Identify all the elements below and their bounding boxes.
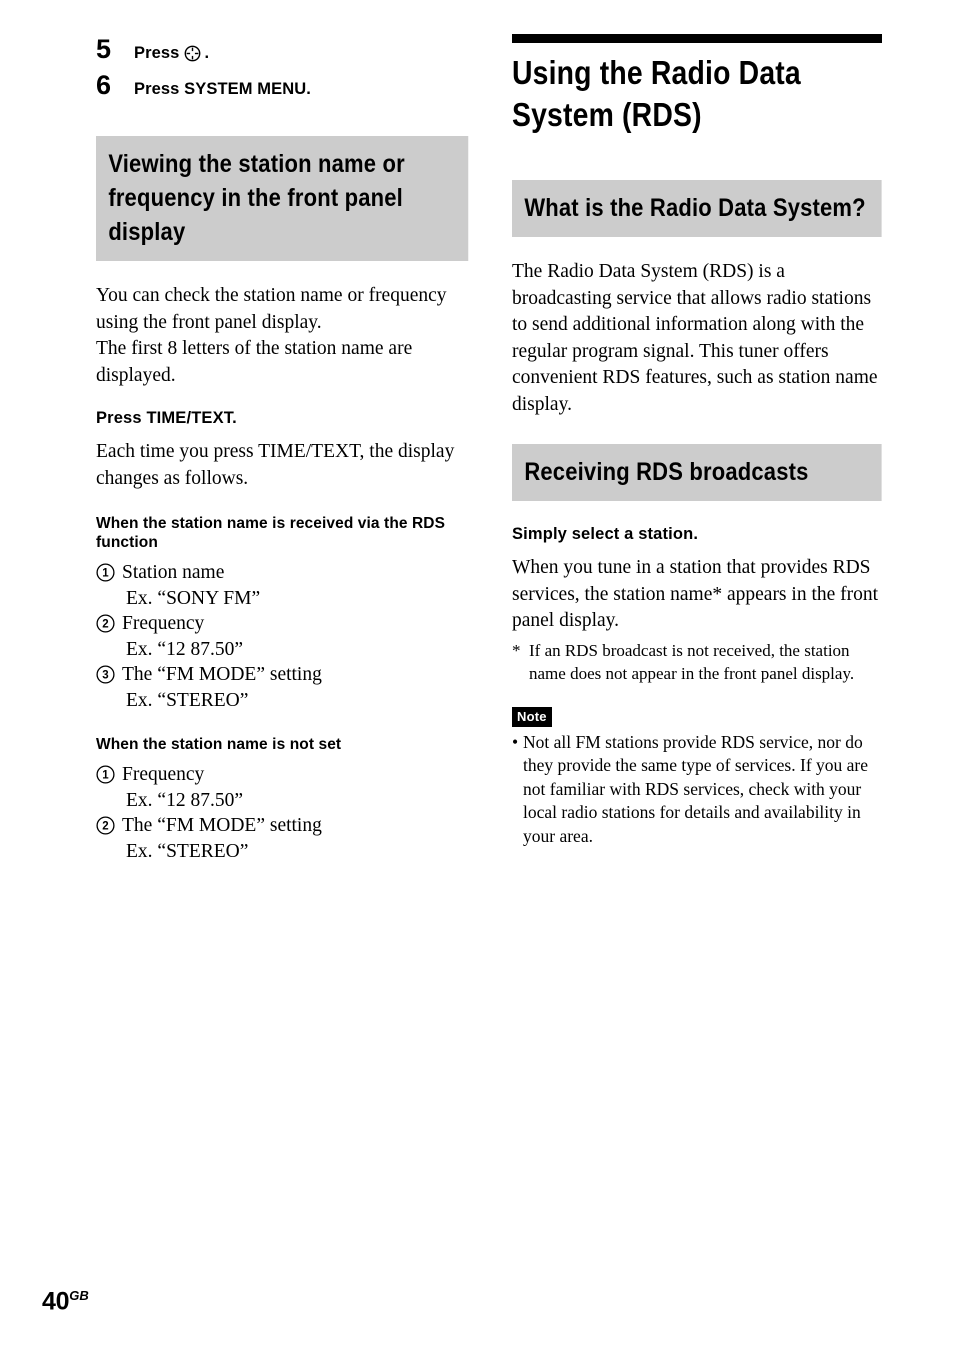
case-one-heading: When the station name is received via th…	[96, 515, 446, 551]
circled-number-1-icon: 1	[96, 765, 115, 784]
svg-text:3: 3	[102, 670, 108, 682]
case-one-list: 1 Station name Ex. “SONY FM” 2 Frequency…	[96, 560, 468, 713]
case-two-list: 1 Frequency Ex. “12 87.50” 2 The “FM MOD…	[96, 762, 468, 864]
step-6-number: 6	[96, 70, 111, 100]
case-one-item-0-example: Ex. “SONY FM”	[126, 587, 261, 609]
bullet-icon: •	[512, 731, 519, 752]
list-item: 2 The “FM MODE” setting Ex. “STEREO”	[96, 813, 468, 864]
section-heading-what-is-rds: What is the Radio Data System?	[512, 180, 882, 237]
enter-circle-icon	[184, 45, 201, 62]
note-bullet-item: • Not all FM stations provide RDS servic…	[512, 731, 882, 849]
svg-text:1: 1	[102, 770, 109, 782]
case-two-item-0-example: Ex. “12 87.50”	[126, 789, 243, 811]
step-6-label: Press SYSTEM MENU.	[134, 80, 311, 98]
circled-number-1-icon: 1	[96, 563, 115, 582]
step-5-number: 5	[96, 34, 111, 64]
step-5-label: Press	[134, 44, 180, 62]
footnote-text: If an RDS broadcast is not received, the…	[529, 640, 855, 683]
chapter-rule	[512, 34, 882, 43]
note-badge: Note	[512, 706, 552, 727]
left-column: 5 Press . 6 Press SYSTEM MENU. Viewing t…	[96, 34, 468, 864]
note-block: Note • Not all FM stations provide RDS s…	[512, 706, 882, 849]
case-one-item-2-text: The “FM MODE” setting	[122, 664, 322, 685]
svg-text:2: 2	[102, 821, 108, 833]
step-5-suffix: .	[204, 44, 210, 62]
what-is-rds-paragraph: The Radio Data System (RDS) is a broadca…	[512, 261, 878, 415]
case-one-item-2-example: Ex. “STEREO”	[126, 689, 249, 711]
case-one-item-1-example: Ex. “12 87.50”	[126, 638, 243, 660]
list-item: 1 Frequency Ex. “12 87.50”	[96, 762, 468, 813]
right-column: Using the Radio Data System (RDS) What i…	[512, 34, 882, 848]
circled-number-2-icon: 2	[96, 614, 115, 633]
svg-text:1: 1	[102, 568, 109, 580]
svg-text:2: 2	[102, 619, 108, 631]
step-6-text: Press SYSTEM MENU.	[134, 74, 311, 104]
simply-select-station-lead: Simply select a station.	[512, 525, 699, 543]
page-footer: 40GB	[42, 1282, 89, 1315]
page-number: 40	[42, 1287, 70, 1316]
case-one-item-1-text: Frequency	[122, 613, 205, 634]
press-time-text-instruction: Press TIME/TEXT.	[96, 409, 237, 427]
case-two-item-1-text: The “FM MODE” setting	[122, 815, 322, 836]
intro-paragraph: You can check the station name or freque…	[96, 285, 447, 386]
section-heading-receiving-rds: Receiving RDS broadcasts	[512, 444, 882, 501]
step-5: 5 Press .	[96, 34, 468, 68]
press-time-text-description: Each time you press TIME/TEXT, the displ…	[96, 441, 455, 489]
circled-number-3-icon: 3	[96, 665, 115, 684]
section-heading-viewing-station: Viewing the station name or frequency in…	[96, 136, 468, 261]
footnote-mark: *	[512, 640, 521, 660]
list-item: 1 Station name Ex. “SONY FM”	[96, 560, 468, 611]
case-two-item-0-text: Frequency	[122, 764, 205, 785]
receiving-rds-paragraph: When you tune in a station that provides…	[512, 557, 879, 631]
manual-page: 5 Press . 6 Press SYSTEM MENU. Viewing t…	[0, 0, 954, 1352]
case-one-item-0-text: Station name	[122, 562, 225, 583]
note-text: Not all FM stations provide RDS service,…	[523, 731, 869, 846]
list-item: 3 The “FM MODE” setting Ex. “STEREO”	[96, 662, 468, 713]
case-two-item-1-example: Ex. “STEREO”	[126, 840, 249, 862]
list-item: 2 Frequency Ex. “12 87.50”	[96, 611, 468, 662]
step-6: 6 Press SYSTEM MENU.	[96, 70, 468, 104]
case-two-heading: When the station name is not set	[96, 736, 342, 753]
chapter-title: Using the Radio Data System (RDS)	[512, 54, 801, 133]
circled-number-2-icon: 2	[96, 816, 115, 835]
step-5-text: Press .	[134, 38, 209, 68]
page-region-code: GB	[69, 1288, 89, 1303]
footnote: * If an RDS broadcast is not received, t…	[512, 639, 882, 685]
